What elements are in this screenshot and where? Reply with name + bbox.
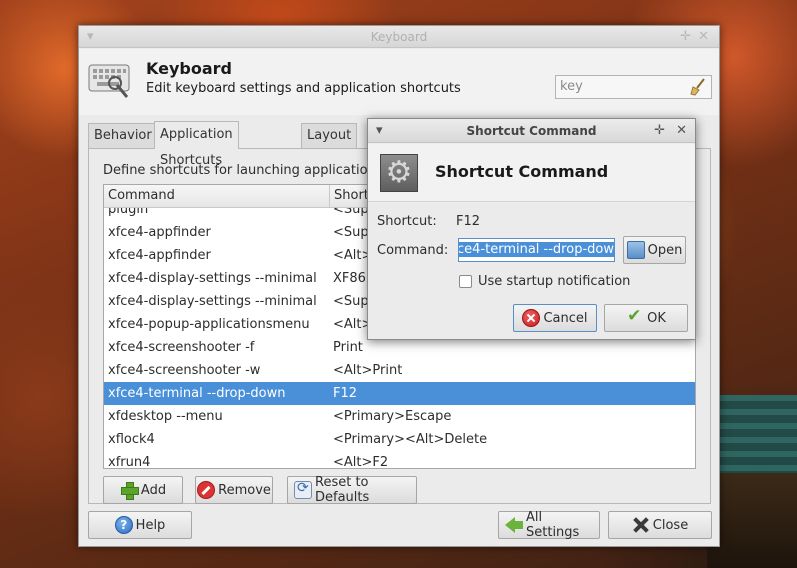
row-shortcut: <Alt>Print xyxy=(333,363,403,378)
cancel-icon xyxy=(522,309,541,327)
row-command: xfce4-display-settings --minimal xyxy=(108,294,317,309)
command-input[interactable]: ce4-terminal --drop-down xyxy=(458,238,615,262)
row-command: xfce4-popup-applicationsmenu xyxy=(108,317,310,332)
cancel-button[interactable]: Cancel xyxy=(513,304,597,332)
command-input-text: ce4-terminal --drop-down xyxy=(459,242,614,257)
dialog-header: ⚙ Shortcut Command xyxy=(368,144,695,202)
row-command: xfce4-display-settings --minimal xyxy=(108,271,317,286)
ok-button-label: OK xyxy=(647,310,666,326)
row-command: xfdesktop --menu xyxy=(108,409,223,424)
remove-button[interactable]: Remove xyxy=(195,476,273,504)
table-row[interactable]: xfdesktop --menu <Primary>Escape xyxy=(104,405,695,428)
tab-layout[interactable]: Layout xyxy=(301,123,358,149)
open-button-label: Open xyxy=(647,242,683,258)
column-header-command[interactable]: Command xyxy=(104,185,175,207)
row-shortcut: <Primary><Alt>Delete xyxy=(333,432,488,447)
reset-button-label: Reset to Defaults xyxy=(315,475,370,505)
row-command: xfce4-terminal --drop-down xyxy=(108,386,286,401)
row-command: xfrun4 xyxy=(108,455,151,469)
table-row[interactable]: xflock4 <Primary><Alt>Delete xyxy=(104,428,695,451)
keyboard-icon xyxy=(88,64,130,98)
dialog-header-title: Shortcut Command xyxy=(435,162,609,181)
background-fence xyxy=(717,395,797,475)
add-button-label: Add xyxy=(140,482,167,498)
add-button[interactable]: Add xyxy=(103,476,183,504)
header-subtitle: Edit keyboard settings and application s… xyxy=(146,81,461,96)
table-row[interactable]: xfrun4 <Alt>F2 xyxy=(104,451,695,469)
shortcut-command-dialog: ▾ Shortcut Command ✛ ✕ ⚙ Shortcut Comman… xyxy=(367,118,696,340)
row-command: xfce4-screenshooter -w xyxy=(108,363,261,378)
row-command: xfce4-appfinder xyxy=(108,248,211,263)
open-folder-icon xyxy=(626,241,645,259)
window-header: Keyboard Edit keyboard settings and appl… xyxy=(79,49,719,115)
tab-application-shortcuts[interactable]: Application Shortcuts xyxy=(154,121,239,168)
dialog-close-icon[interactable]: ✕ xyxy=(676,119,687,143)
shortcut-value: F12 xyxy=(456,214,481,229)
row-shortcut: Print xyxy=(333,340,363,355)
panel-label: Define shortcuts for launching applicati… xyxy=(103,163,387,178)
command-label: Command: xyxy=(377,243,449,258)
close-button[interactable]: Close xyxy=(608,511,712,539)
help-icon: ? xyxy=(114,516,133,534)
remove-icon xyxy=(197,481,216,499)
dialog-maximize-icon[interactable]: ✛ xyxy=(654,119,665,143)
window-menu-icon[interactable]: ▾ xyxy=(87,26,94,48)
close-icon xyxy=(632,516,650,534)
help-button-label: Help xyxy=(135,517,166,533)
broom-icon xyxy=(690,78,705,96)
tab-behavior[interactable]: Behavior xyxy=(88,123,158,149)
header-title: Keyboard xyxy=(146,59,232,78)
dialog-titlebar[interactable]: ▾ Shortcut Command ✛ ✕ xyxy=(368,119,695,143)
row-command: xfce4-screenshooter -f xyxy=(108,340,255,355)
window-close-icon[interactable]: ✕ xyxy=(698,26,709,48)
help-button[interactable]: ? Help xyxy=(88,511,192,539)
background-ground xyxy=(707,473,797,568)
row-shortcut: <Alt>F2 xyxy=(333,455,389,469)
reset-icon xyxy=(294,480,312,499)
startup-notification-label[interactable]: Use startup notification xyxy=(478,274,630,289)
back-arrow-icon xyxy=(505,516,523,534)
ok-icon xyxy=(626,306,644,327)
all-settings-button[interactable]: All Settings xyxy=(498,510,600,540)
row-command: xfce4-appfinder xyxy=(108,225,211,240)
cancel-button-label: Cancel xyxy=(543,310,588,326)
maximize-icon[interactable]: ✛ xyxy=(680,26,691,48)
close-button-label: Close xyxy=(652,517,689,533)
row-shortcut: <Primary>Escape xyxy=(333,409,452,424)
gear-icon: ⚙ xyxy=(380,154,418,192)
shortcut-label: Shortcut: xyxy=(377,214,437,229)
open-button[interactable]: Open xyxy=(623,236,686,264)
dialog-menu-icon[interactable]: ▾ xyxy=(376,119,383,143)
dialog-title: Shortcut Command xyxy=(466,124,597,138)
row-shortcut: F12 xyxy=(333,386,358,401)
table-row[interactable]: xfce4-screenshooter -w <Alt>Print xyxy=(104,359,695,382)
table-row-selected[interactable]: xfce4-terminal --drop-down F12 xyxy=(104,382,695,405)
all-settings-button-label: All Settings xyxy=(526,510,580,540)
startup-notification-checkbox[interactable] xyxy=(459,275,472,288)
window-title: Keyboard xyxy=(370,30,428,44)
reset-to-defaults-button[interactable]: Reset to Defaults xyxy=(287,475,417,505)
plus-icon xyxy=(120,481,139,500)
row-command: xflock4 xyxy=(108,432,155,447)
remove-button-label: Remove xyxy=(218,482,271,498)
ok-button[interactable]: OK xyxy=(604,304,688,332)
window-titlebar[interactable]: ▾ Keyboard ✛ ✕ xyxy=(79,26,719,48)
clear-search-icon[interactable] xyxy=(689,78,707,96)
